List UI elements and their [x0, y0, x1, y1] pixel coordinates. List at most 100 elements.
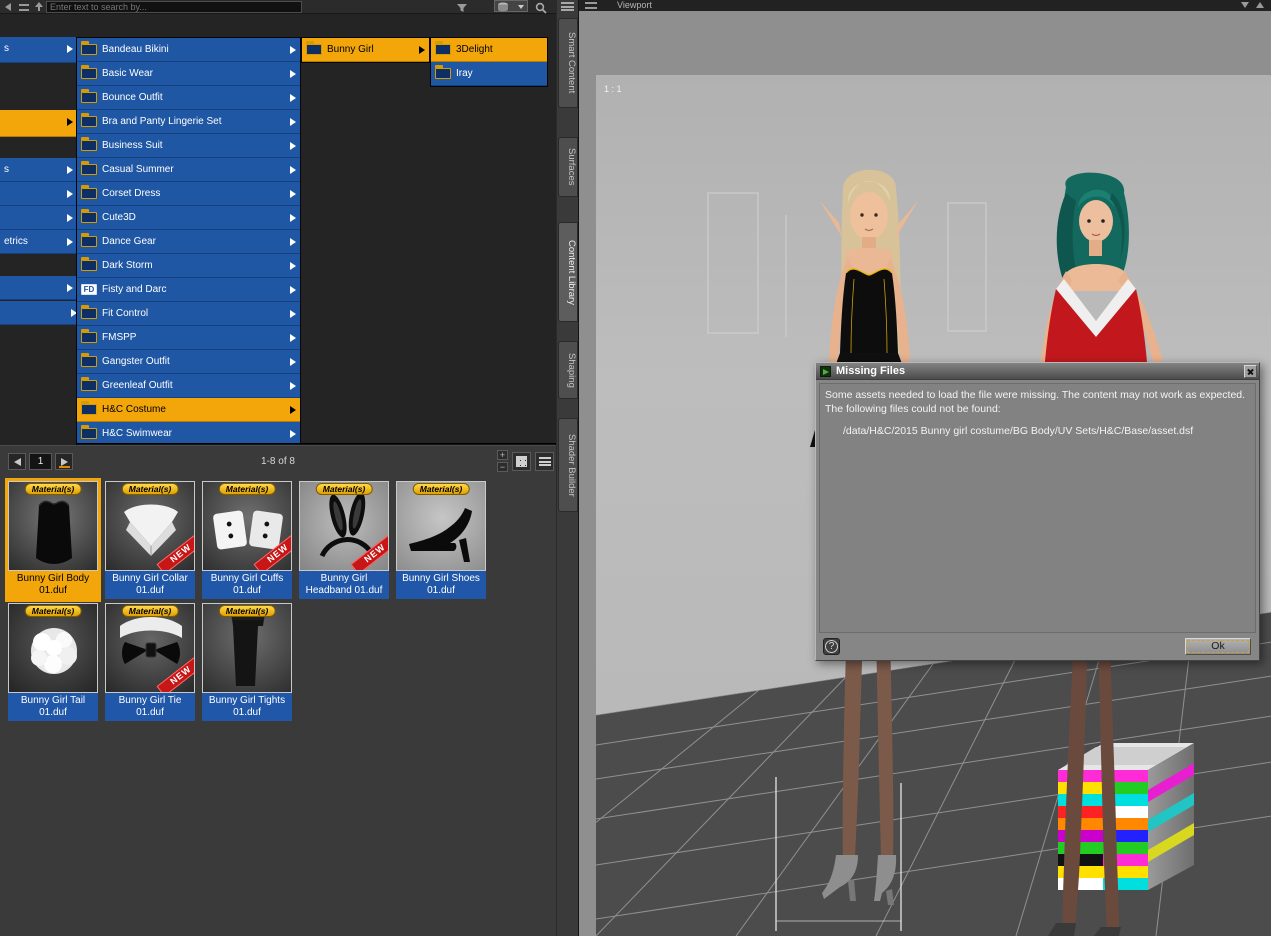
menu-item-bounce-outfit[interactable]: Bounce Outfit: [77, 86, 300, 110]
search-input[interactable]: [46, 1, 302, 13]
asset-thumb-bunny-girl-headband[interactable]: Material(s) NEW Bunny Girl Headband 01.du…: [299, 481, 389, 599]
menu-item-fmspp[interactable]: FMSPP: [77, 326, 300, 350]
asset-label: Bunny Girl Shoes 01.duf: [396, 571, 486, 599]
menu-item-greenleaf-outfit[interactable]: Greenleaf Outfit: [77, 374, 300, 398]
asset-thumb-bunny-girl-tail[interactable]: Material(s) Bunny Girl Tail 01.duf: [8, 603, 98, 721]
menu-item-clipped[interactable]: s: [0, 158, 77, 182]
submenu-arrow-icon: [67, 214, 73, 222]
menu-item-basic-wear[interactable]: Basic Wear: [77, 62, 300, 86]
menu-column-4: 3Delight Iray: [430, 37, 548, 87]
menu-item-bandeau-bikini[interactable]: Bandeau Bikini: [77, 38, 300, 62]
menu-item-bra-panty-lingerie[interactable]: Bra and Panty Lingerie Set: [77, 110, 300, 134]
next-page-button[interactable]: [55, 453, 73, 470]
submenu-arrow-icon: [67, 118, 73, 126]
menu-item-clipped[interactable]: etrics: [0, 230, 77, 254]
dialog-body: Some assets needed to load the file were…: [819, 383, 1256, 633]
submenu-arrow-icon: [290, 214, 296, 222]
menu-item-fit-control[interactable]: Fit Control: [77, 302, 300, 326]
submenu-arrow-icon: [290, 262, 296, 270]
fd-logo-icon: FD: [81, 284, 97, 295]
asset-preview: Material(s) NEW: [105, 481, 195, 571]
folder-icon: [435, 41, 451, 55]
asset-label: Bunny Girl Collar 01.duf: [105, 571, 195, 599]
tab-smart-content[interactable]: Smart Content: [558, 18, 578, 108]
materials-badge: Material(s): [412, 483, 470, 495]
folder-icon: [81, 137, 97, 151]
list-icon: [539, 457, 551, 466]
menu-item-clipped-selected[interactable]: [0, 110, 77, 137]
search-icon[interactable]: [534, 1, 548, 14]
list-view-button[interactable]: [535, 452, 554, 471]
menu-item-clipped[interactable]: [0, 182, 77, 206]
folder-up-icon[interactable]: [32, 2, 45, 12]
tab-surfaces[interactable]: Surfaces: [558, 137, 578, 197]
submenu-arrow-icon: [67, 284, 73, 292]
missing-files-dialog: Missing Files Some assets needed to load…: [815, 362, 1260, 661]
submenu-arrow-icon: [290, 94, 296, 102]
submenu-arrow-icon: [290, 238, 296, 246]
folder-icon: [81, 329, 97, 343]
folder-icon: [81, 65, 97, 79]
menu-item-clipped[interactable]: [0, 206, 77, 230]
menu-item-iray[interactable]: Iray: [431, 62, 547, 86]
menu-item-corset-dress[interactable]: Corset Dress: [77, 182, 300, 206]
folder-icon: [81, 41, 97, 55]
folder-icon: [81, 161, 97, 175]
page-number[interactable]: 1: [29, 453, 52, 470]
menu-item-dance-gear[interactable]: Dance Gear: [77, 230, 300, 254]
menu-item-business-suit[interactable]: Business Suit: [77, 134, 300, 158]
submenu-arrow-icon: [290, 430, 296, 438]
menu-item-bunny-girl[interactable]: Bunny Girl: [302, 38, 429, 62]
menu-item-dark-storm[interactable]: Dark Storm: [77, 254, 300, 278]
expand-icon[interactable]: [1256, 2, 1266, 9]
folder-icon: [81, 353, 97, 367]
database-dropdown-button[interactable]: [494, 0, 528, 12]
submenu-arrow-icon: [290, 406, 296, 414]
pane-menu-icon[interactable]: [561, 2, 574, 11]
viewport-menu-icon[interactable]: [585, 2, 597, 9]
menu-item-clipped[interactable]: [0, 301, 81, 325]
tab-content-library[interactable]: Content Library: [558, 222, 578, 322]
asset-thumb-bunny-girl-tie[interactable]: Material(s) NEW Bunny Girl Tie 01.duf: [105, 603, 195, 721]
asset-preview: Material(s): [202, 603, 292, 693]
grid-view-button[interactable]: [512, 452, 531, 471]
menu-item-fisty-and-darc[interactable]: FD Fisty and Darc: [77, 278, 300, 302]
viewport-header: Viewport: [579, 0, 1271, 11]
materials-badge: Material(s): [218, 483, 276, 495]
submenu-arrow-icon: [290, 118, 296, 126]
help-button[interactable]: ?: [823, 638, 840, 655]
menu-item-clipped[interactable]: s: [0, 37, 77, 63]
folder-icon: [81, 89, 97, 103]
close-icon[interactable]: [1244, 365, 1257, 378]
menu-item-cute3d[interactable]: Cute3D: [77, 206, 300, 230]
library-toolbar: [0, 0, 556, 14]
ok-button[interactable]: Ok: [1185, 638, 1251, 655]
asset-thumb-bunny-girl-cuffs[interactable]: Material(s) NEW Bunny Girl Cuffs 01.duf: [202, 481, 292, 599]
asset-label: Bunny Girl Headband 01.duf: [299, 571, 389, 599]
nav-menu-icon[interactable]: [18, 2, 31, 12]
folder-icon: [81, 185, 97, 199]
materials-badge: Material(s): [315, 483, 373, 495]
category-menu-backdrop: s s etrics Bandeau Bikini Basic Wear Bou…: [0, 14, 556, 453]
prev-page-button[interactable]: [8, 453, 26, 470]
tab-shaping[interactable]: Shaping: [558, 341, 578, 399]
asset-thumb-bunny-girl-shoes[interactable]: Material(s) Bunny Girl Shoes 01.duf: [396, 481, 486, 599]
menu-item-clipped[interactable]: [0, 276, 77, 300]
asset-thumb-bunny-girl-tights[interactable]: Material(s) Bunny Girl Tights 01.duf: [202, 603, 292, 721]
tab-shader-builder[interactable]: Shader Builder: [558, 418, 578, 512]
folder-icon: [81, 377, 97, 391]
menu-item-hc-costume[interactable]: H&C Costume: [77, 398, 300, 422]
collapse-icon[interactable]: [1241, 2, 1251, 9]
filter-icon[interactable]: [455, 1, 469, 13]
thumb-size-stepper[interactable]: + −: [497, 450, 509, 473]
asset-preview: Material(s): [8, 603, 98, 693]
menu-item-gangster-outfit[interactable]: Gangster Outfit: [77, 350, 300, 374]
asset-thumb-bunny-girl-body[interactable]: Material(s) Bunny Girl Body 01.duf: [8, 481, 98, 599]
folder-icon: [81, 233, 97, 247]
nav-back-icon[interactable]: [3, 2, 16, 12]
dialog-titlebar[interactable]: Missing Files: [816, 363, 1259, 380]
menu-item-3delight[interactable]: 3Delight: [431, 38, 547, 62]
menu-item-casual-summer[interactable]: Casual Summer: [77, 158, 300, 182]
folder-icon: [81, 401, 97, 415]
asset-thumb-bunny-girl-collar[interactable]: Material(s) NEW Bunny Girl Collar 01.duf: [105, 481, 195, 599]
